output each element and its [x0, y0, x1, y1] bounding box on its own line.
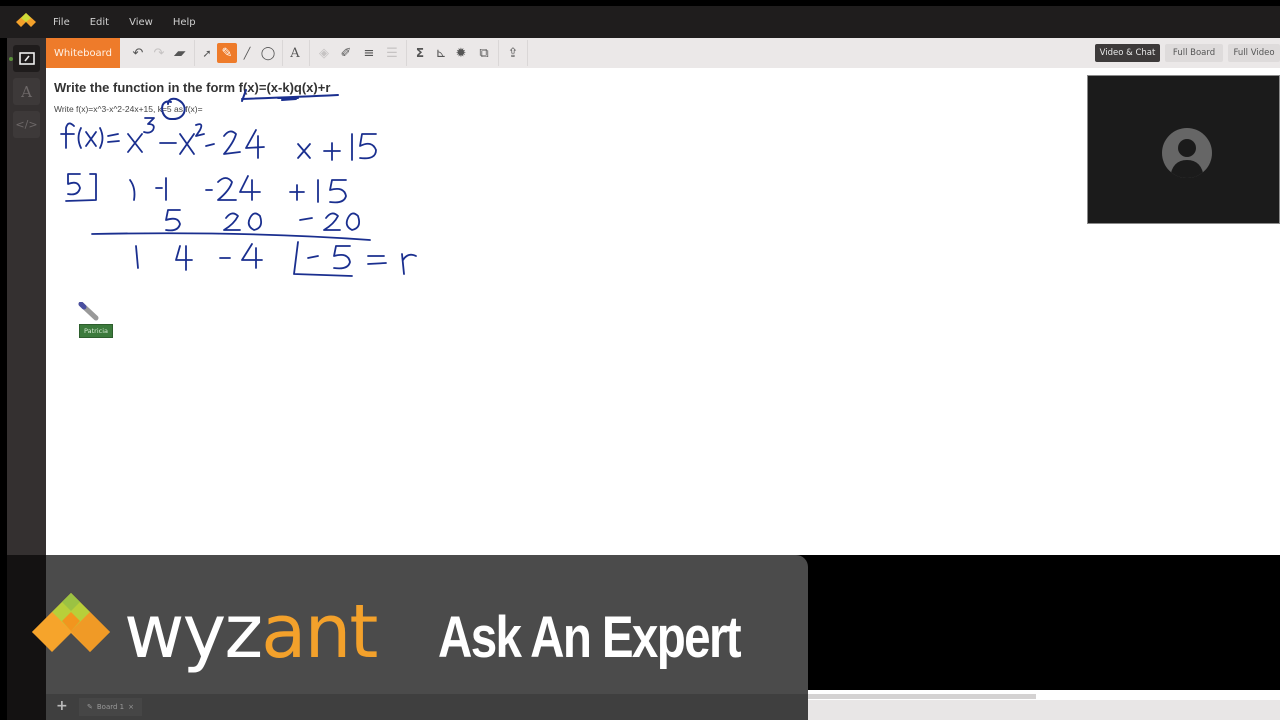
graph-icon: ⊾ — [435, 45, 447, 61]
line-weight-button[interactable]: ≡ — [359, 43, 379, 63]
line-style-icon: ☰ — [386, 45, 398, 61]
app-logo-icon — [16, 13, 36, 27]
redo-button[interactable]: ↷ — [149, 43, 169, 63]
ink-underline — [241, 94, 339, 100]
question-subtitle: Write f(x)=x^3-x^2-24x+15, k=5 as f(x)= — [54, 104, 203, 114]
menu-help[interactable]: Help — [173, 17, 196, 28]
board-tabs-bar — [808, 700, 1280, 720]
full-board-button[interactable]: Full Board — [1165, 44, 1223, 62]
menu-edit[interactable]: Edit — [90, 17, 109, 28]
menu-view[interactable]: View — [129, 17, 153, 28]
video-panel[interactable] — [1087, 75, 1280, 224]
board-tabs-strip: + ✎ Board 1 × — [46, 694, 808, 720]
line-icon: ╱ — [243, 46, 251, 60]
layers-icon: ⧉ — [479, 45, 489, 61]
user-avatar-icon — [1162, 128, 1212, 178]
wyzant-wordmark: wyzant — [124, 595, 378, 669]
upload-button[interactable]: ⇪ — [503, 43, 523, 63]
line-button[interactable]: ╱ — [237, 43, 257, 63]
shape-icon: ◯ — [260, 45, 276, 61]
rail-code-button[interactable]: </> — [13, 111, 40, 138]
tab-whiteboard[interactable]: Whiteboard — [46, 38, 120, 68]
fill-icon: ◈ — [319, 45, 329, 61]
toolbar-divider — [498, 40, 499, 66]
close-tab-icon[interactable]: × — [128, 703, 134, 711]
equation-icon: Σ — [415, 46, 425, 60]
window-edge — [0, 0, 7, 720]
full-video-button[interactable]: Full Video — [1228, 44, 1280, 62]
settings-icon: ✹ — [455, 45, 467, 61]
eraser-button[interactable]: ▰ — [166, 43, 193, 63]
question-title: Write the function in the form f(x)=(x-k… — [54, 80, 331, 95]
color-icon: ✐ — [340, 45, 352, 61]
toolbar-divider — [282, 40, 283, 66]
menu-file[interactable]: File — [53, 17, 70, 28]
graph-button[interactable]: ⊾ — [431, 43, 451, 63]
toolbar-divider — [194, 40, 195, 66]
wyzant-logo-icon — [32, 593, 110, 652]
pencil-icon: ✎ — [87, 703, 93, 711]
pen-icon: ✎ — [221, 45, 233, 61]
video-chat-button[interactable]: Video & Chat — [1095, 44, 1160, 62]
undo-icon: ↶ — [132, 45, 144, 61]
code-editor-icon: </> — [15, 118, 38, 131]
rail-text-button[interactable]: A — [13, 78, 40, 105]
menu-bar: File Edit View Help — [0, 6, 1280, 38]
board-tab-label: Board 1 — [96, 703, 125, 711]
select-button[interactable]: ➚ — [197, 43, 217, 63]
equation-button[interactable]: Σ — [410, 43, 430, 63]
rail-whiteboard-button[interactable] — [13, 45, 40, 72]
eraser-icon: ▰ — [172, 45, 188, 61]
select-icon: ➚ — [202, 46, 212, 60]
ink-underline-scribble — [277, 97, 299, 101]
remote-cursor-label: Patricia — [79, 324, 114, 338]
settings-button[interactable]: ✹ — [451, 43, 471, 63]
text-editor-icon: A — [21, 82, 32, 101]
brand-part-2: ant — [261, 589, 378, 675]
undo-button[interactable]: ↶ — [128, 43, 148, 63]
tab-board-1[interactable]: ✎ Board 1 × — [79, 698, 143, 716]
toolbar-divider — [406, 40, 407, 66]
horizontal-scrollbar[interactable] — [808, 694, 1036, 699]
redo-icon: ↷ — [153, 45, 165, 61]
toolbar-divider — [527, 40, 528, 66]
toolbar-divider — [309, 40, 310, 66]
left-rail: A </> — [7, 38, 46, 556]
menu: File Edit View Help — [53, 6, 216, 38]
color-button[interactable]: ✐ — [336, 43, 356, 63]
brand-part-1: wyz — [124, 589, 263, 675]
toolbar: Whiteboard ↶ ↷ ▰ ➚ ✎ ╱ ◯ A ◈ ✐ ≡ ☰ Σ ⊾ ✹… — [46, 38, 1280, 69]
fill-button[interactable]: ◈ — [314, 43, 334, 63]
add-board-button[interactable]: + — [56, 698, 68, 714]
whiteboard-icon — [18, 52, 35, 65]
text-button[interactable]: A — [285, 43, 305, 63]
line-style-button[interactable]: ☰ — [382, 43, 402, 63]
text-icon: A — [290, 45, 300, 61]
shape-button[interactable]: ◯ — [258, 43, 278, 63]
pen-button[interactable]: ✎ — [217, 43, 237, 63]
wyzant-banner: wyzant Ask An Expert + ✎ Board 1 × — [32, 555, 808, 720]
upload-icon: ⇪ — [507, 45, 519, 61]
layers-button[interactable]: ⧉ — [474, 43, 494, 63]
remote-pencil-cursor-icon — [78, 302, 99, 321]
line-weight-icon: ≡ — [363, 45, 375, 61]
banner-tagline: Ask An Expert — [438, 605, 742, 670]
